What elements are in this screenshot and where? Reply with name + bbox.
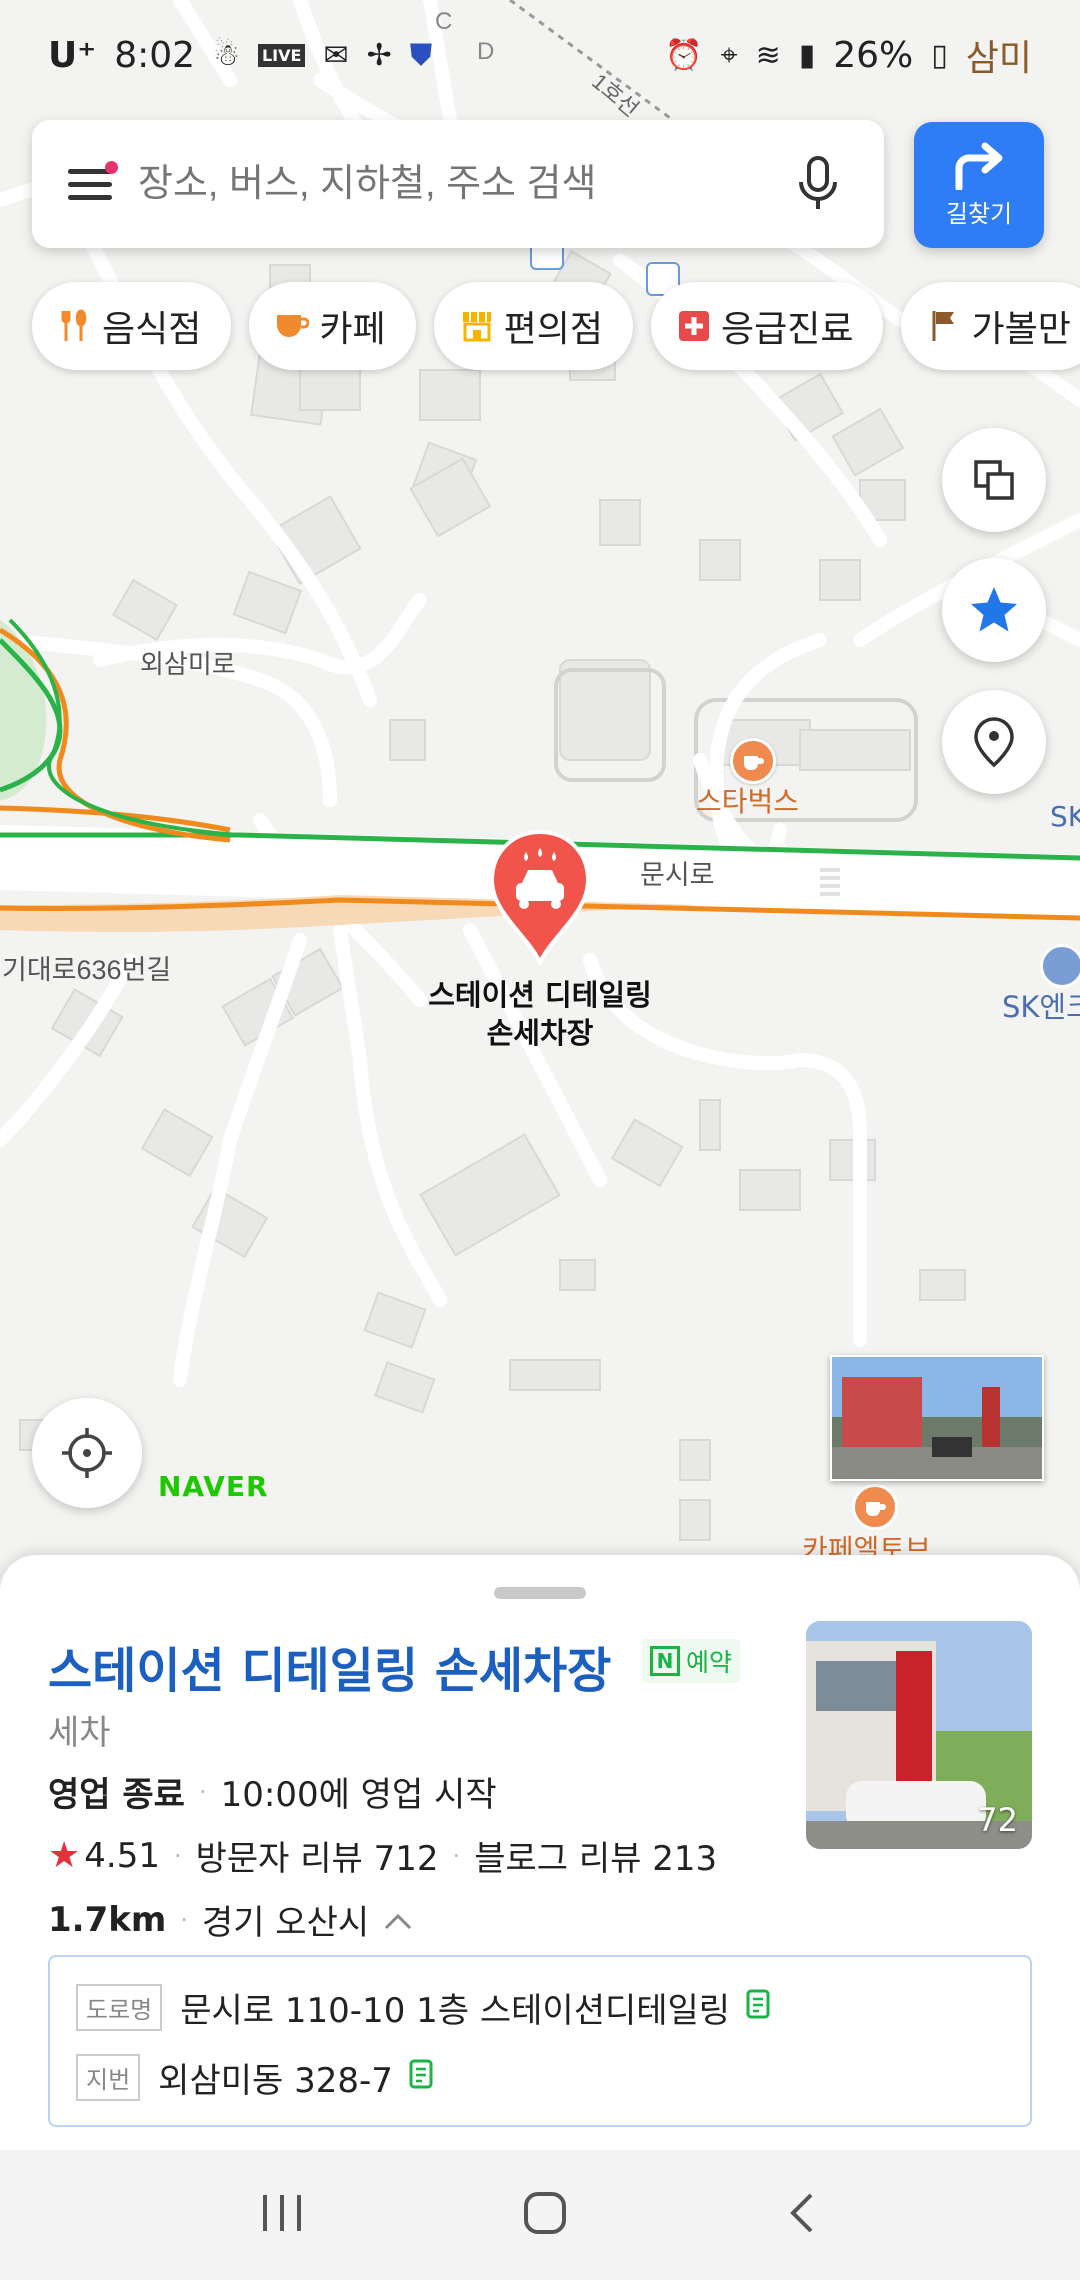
visitor-reviews[interactable]: 방문자 리뷰 712 — [196, 1831, 439, 1880]
alarm-icon: ⏰ — [665, 37, 703, 73]
road-address: 문시로 110-10 1층 스테이션디테일링 — [180, 1991, 731, 2031]
chip-restaurant[interactable]: 음식점 — [32, 282, 232, 370]
separator-dot: · — [198, 1777, 207, 1806]
directions-label: 길찾기 — [945, 199, 1013, 228]
address-box: 도로명 문시로 110-10 1층 스테이션디테일링 지번 외삼미동 328-7 — [48, 1955, 1032, 2127]
copy-icon[interactable] — [409, 2057, 435, 2098]
lot-address: 외삼미동 328-7 — [158, 2061, 393, 2101]
chip-convenience-store[interactable]: 편의점 — [433, 282, 633, 370]
place-pin-marker[interactable] — [486, 828, 594, 967]
place-title[interactable]: 스테이션 디테일링 손세차장 — [48, 1631, 611, 1701]
distance-value: 1.7km — [48, 1899, 167, 1940]
store-icon — [460, 309, 494, 343]
medical-cross-icon — [677, 309, 711, 343]
pin-label[interactable]: 스테이션 디테일링 손세차장 — [380, 976, 700, 1052]
wifi-icon: ≋ — [755, 37, 781, 73]
road-label-oesammi: 외삼미로 — [140, 649, 236, 679]
chip-label: 편의점 — [503, 309, 603, 350]
mail-icon: ✉ — [323, 37, 349, 73]
recent-apps-button[interactable] — [257, 2191, 307, 2239]
lot-address-row[interactable]: 지번 외삼미동 328-7 — [76, 2053, 435, 2102]
directions-button[interactable]: 길찾기 — [914, 122, 1044, 248]
search-bar[interactable] — [32, 120, 884, 248]
chip-emergency[interactable]: 응급진료 — [651, 282, 884, 370]
road-label-munsi: 문시로 — [640, 860, 715, 890]
separator-dot: · — [173, 1841, 182, 1870]
place-photo[interactable]: 72 — [806, 1621, 1032, 1849]
reservation-badge[interactable]: N 예약 — [642, 1639, 741, 1683]
chip-label: 음식점 — [102, 309, 202, 350]
home-button[interactable] — [520, 2188, 570, 2242]
carrier-label: U⁺ — [48, 34, 97, 76]
map-layers-button[interactable] — [942, 428, 1046, 532]
map-photo-thumbnail[interactable] — [830, 1355, 1044, 1481]
menu-icon[interactable] — [68, 161, 118, 200]
save-location-button[interactable] — [942, 690, 1046, 794]
back-button[interactable] — [783, 2191, 823, 2239]
road-address-row[interactable]: 도로명 문시로 110-10 1층 스테이션디테일링 — [76, 1983, 772, 2032]
battery-percent: 26% — [833, 34, 914, 76]
separator-dot: · — [452, 1841, 461, 1870]
status-bar: U⁺ 8:02 ☃ LIVE ✉ ✢ ⛊ ⏰ ⌖ ≋ ▮ 26% ▯ 삼미 — [0, 0, 1080, 110]
rating-value: 4.51 — [84, 1835, 160, 1876]
rating-star-icon: ★ — [48, 1835, 81, 1876]
poi-label-sk-short[interactable]: SK — [1050, 800, 1080, 833]
poi-label-sk[interactable]: SK엔크 — [1002, 984, 1080, 1026]
place-bottom-sheet[interactable]: 스테이션 디테일링 손세차장 N 예약 세차 영업 종료 · 10:00에 영업… — [0, 1555, 1080, 2155]
location-icon: ⌖ — [720, 37, 738, 73]
road-label-gidae: 기대로636번길 — [2, 955, 172, 985]
turn-right-arrow-icon — [955, 142, 1003, 190]
sheet-drag-handle[interactable] — [494, 1587, 586, 1599]
naver-n-icon: N — [650, 1646, 680, 1676]
chip-cafe[interactable]: 카페 — [249, 282, 416, 370]
hours-row[interactable]: 영업 종료 · 10:00에 영업 시작 — [48, 1767, 497, 1816]
distance-row[interactable]: 1.7km · 경기 오산시 — [48, 1895, 413, 1944]
my-location-button[interactable] — [32, 1398, 142, 1508]
pin-label-line2: 손세차장 — [486, 1016, 594, 1050]
microphone-icon[interactable] — [788, 149, 848, 219]
naver-logo: NAVER — [158, 1470, 269, 1503]
chip-label: 카페 — [319, 309, 386, 350]
favorites-button[interactable] — [942, 558, 1046, 662]
road-address-tag: 도로명 — [76, 1984, 163, 2031]
signal-icon: ▮ — [798, 37, 816, 73]
flag-icon — [927, 309, 961, 343]
blog-reviews[interactable]: 블로그 리뷰 213 — [474, 1831, 717, 1880]
poi-label-top-right: 삼미 — [965, 38, 1032, 79]
star-icon — [971, 587, 1017, 632]
chevron-up-icon[interactable] — [383, 1900, 413, 1940]
system-navigation-bar — [0, 2150, 1080, 2280]
cafe-poi-icon[interactable] — [730, 738, 776, 784]
poi-label-starbucks[interactable]: 스타벅스 — [696, 780, 799, 820]
chip-label: 가볼만 — [971, 309, 1071, 350]
chip-label: 응급진료 — [721, 309, 854, 350]
reviews-row[interactable]: ★ 4.51 · 방문자 리뷰 712 · 블로그 리뷰 213 — [48, 1831, 717, 1880]
copy-icon[interactable] — [746, 1987, 772, 2028]
region-label: 경기 오산시 — [201, 1903, 370, 1943]
battery-icon: ▯ — [931, 37, 948, 73]
gas-station-icon[interactable] — [1040, 944, 1080, 988]
reservation-label: 예약 — [686, 1648, 733, 1677]
cup-icon — [275, 309, 310, 343]
search-input[interactable] — [136, 161, 788, 207]
lot-address-tag: 지번 — [76, 2054, 141, 2101]
photo-count: 72 — [977, 1801, 1018, 1839]
crosshair-icon — [62, 1428, 112, 1478]
cafe-poi-icon-2[interactable] — [852, 1484, 898, 1530]
opening-time: 10:00에 영업 시작 — [220, 1775, 497, 1815]
business-status: 영업 종료 — [48, 1775, 185, 1815]
pin-label-line1: 스테이션 디테일링 — [428, 978, 652, 1012]
fork-spoon-icon — [58, 309, 92, 343]
shield-icon: ⛊ — [409, 37, 433, 73]
category-chips: 음식점 카페 편의점 응급진료 가볼만 — [32, 282, 1080, 370]
location-pin-icon — [974, 717, 1014, 768]
live-badge: LIVE — [257, 43, 306, 67]
clock: 8:02 — [114, 34, 196, 76]
chip-attractions[interactable]: 가볼만 — [901, 282, 1080, 370]
fan-icon: ✢ — [366, 37, 392, 73]
layers-icon — [974, 460, 1014, 500]
separator-dot: · — [180, 1905, 188, 1934]
place-category: 세차 — [48, 1713, 111, 1753]
notification-icon: ☃ — [213, 37, 240, 73]
